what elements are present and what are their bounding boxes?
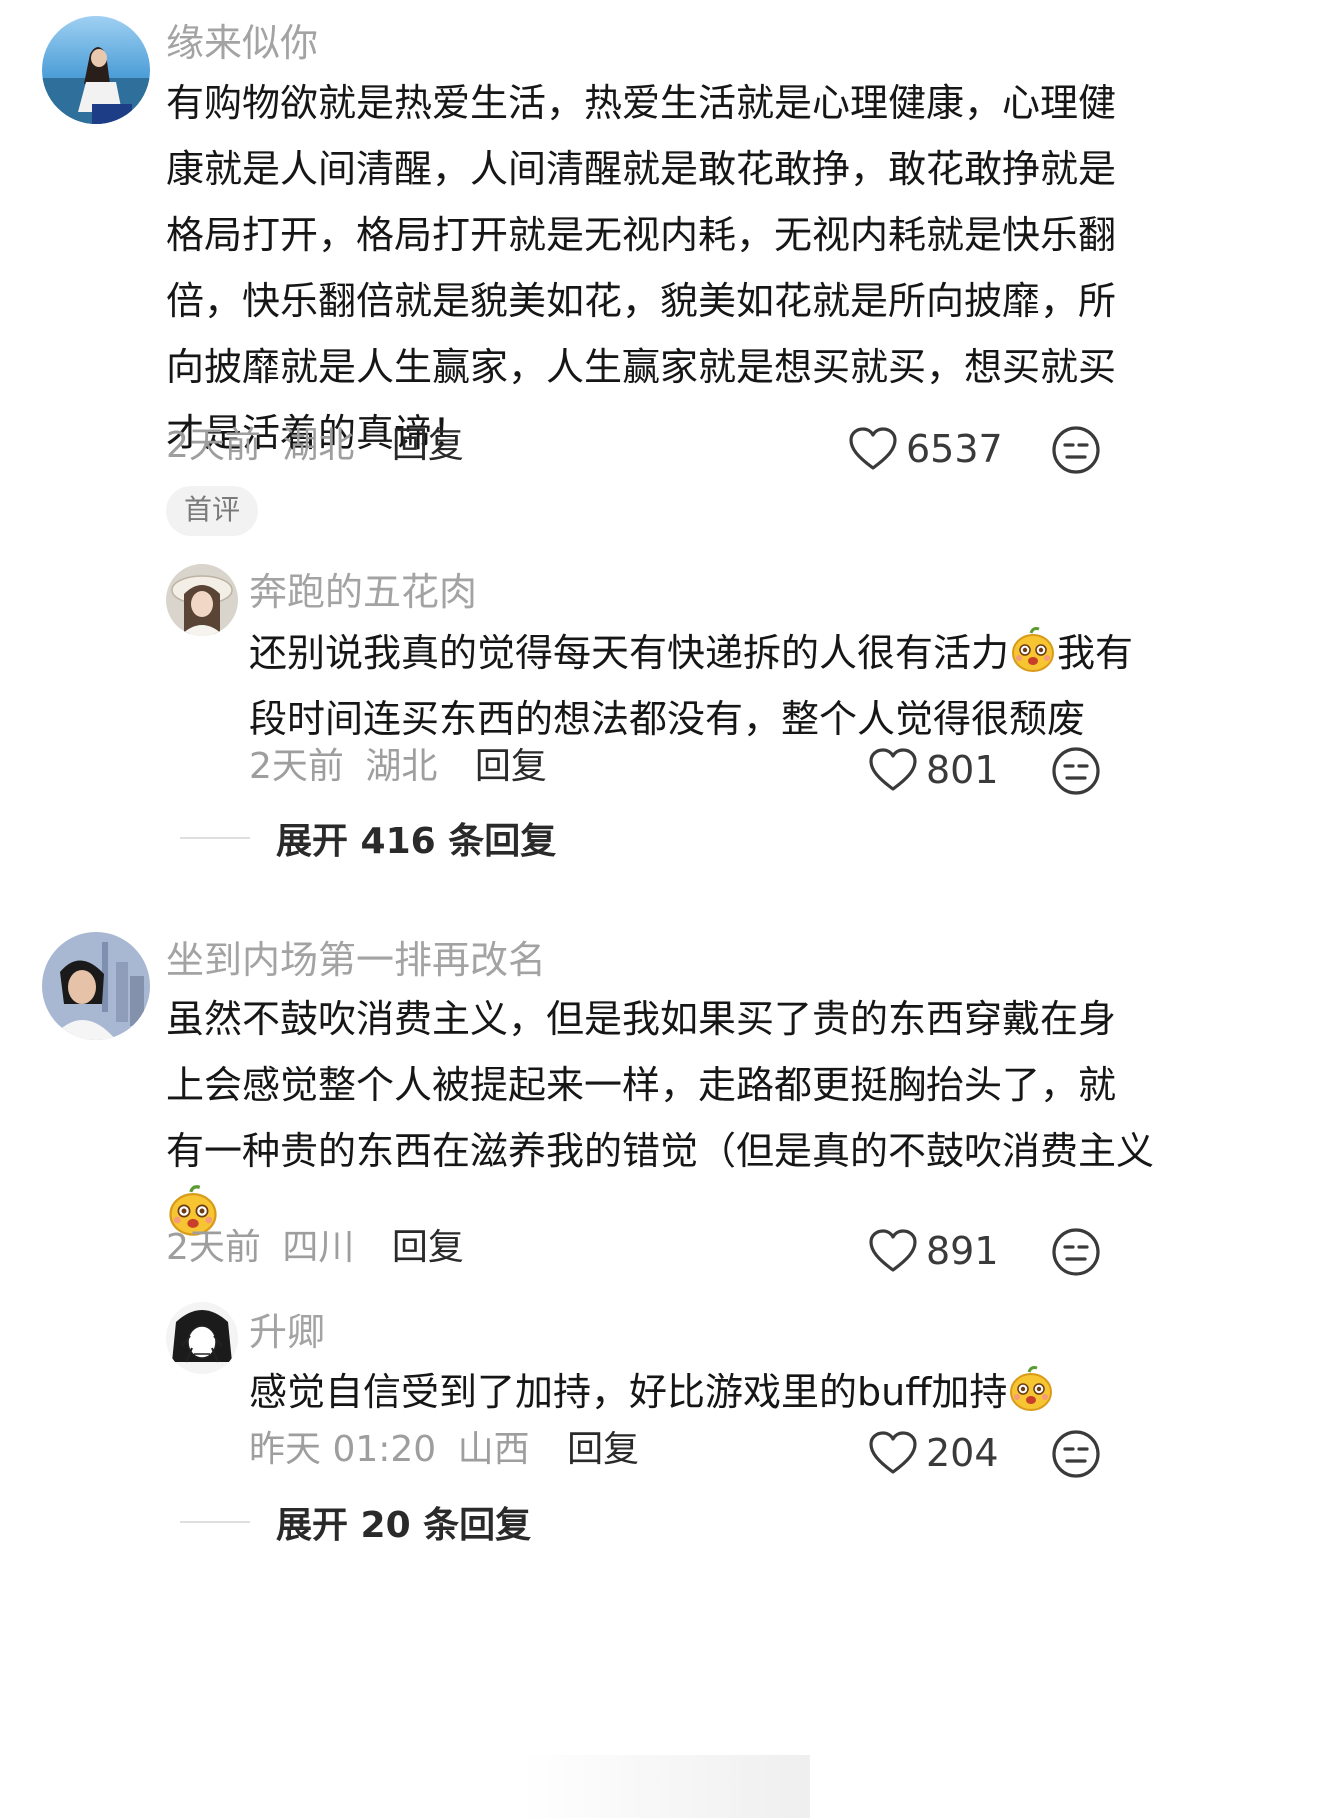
comment-line: 虽然不鼓吹消费主义，但是我如果买了贵的东西穿戴在身 <box>166 997 1117 1041</box>
reply-line-text: 还别说我真的觉得每天有快递拆的人很有活力 <box>249 631 1010 675</box>
avatar[interactable] <box>42 932 150 1040</box>
comment-line: 有购物欲就是热爱生活，热爱生活就是心理健康，心理健 <box>166 81 1117 125</box>
reply-location: 湖北 <box>365 746 438 787</box>
username[interactable]: 缘来似你 <box>166 18 318 68</box>
like-button[interactable]: 204 <box>868 1428 999 1478</box>
comment-line: 向披靡就是人生赢家，人生赢家就是想买就买，想买就买 <box>166 345 1117 389</box>
emoji-icon <box>1012 627 1055 672</box>
divider <box>180 837 250 839</box>
comment-page: 缘来似你 有购物欲就是热爱生活，热爱生活就是心理健康，心理健 康就是人间清醒，人… <box>0 0 1320 1818</box>
reply-button[interactable]: 回复 <box>475 746 547 787</box>
comment-location: 湖北 <box>282 425 355 466</box>
expand-replies-button[interactable]: 展开 20 条回复 <box>180 1496 531 1548</box>
expand-label: 展开 416 条回复 <box>276 821 557 862</box>
avatar[interactable] <box>166 1302 238 1374</box>
like-count: 204 <box>926 1431 999 1475</box>
reply-meta: 2天前 湖北 回复 <box>249 743 547 791</box>
comment-line: 倍，快乐翻倍就是貌美如花，貌美如花就是所向披靡，所 <box>166 279 1117 323</box>
reply-button[interactable]: 回复 <box>392 1227 464 1268</box>
dislike-face-icon[interactable] <box>1050 1226 1102 1278</box>
reply-line-text: 感觉自信受到了加持，好比游戏里的buff加持 <box>249 1370 1008 1414</box>
comment-line: 格局打开，格局打开就是无视内耗，无视内耗就是快乐翻 <box>166 213 1117 257</box>
reply-time: 2天前 <box>249 746 344 787</box>
like-button[interactable]: 801 <box>868 745 999 795</box>
comment-text: 有购物欲就是热爱生活，热爱生活就是心理健康，心理健 康就是人间清醒，人间清醒就是… <box>166 70 1116 466</box>
comment-time: 2天前 <box>166 1227 261 1268</box>
comment-location: 四川 <box>282 1227 355 1268</box>
avatar[interactable] <box>42 16 150 124</box>
reply-line: 感觉自信受到了加持，好比游戏里的buff加持 <box>249 1359 1055 1425</box>
reply-text: 感觉自信受到了加持，好比游戏里的buff加持 <box>249 1359 1055 1425</box>
comment-line: 上会感觉整个人被提起来一样，走路都更挺胸抬头了，就 <box>166 1063 1117 1107</box>
like-count: 801 <box>926 748 999 792</box>
comment-meta: 2天前 四川 回复 <box>166 1224 464 1272</box>
heart-icon <box>869 1431 917 1474</box>
heart-icon <box>869 748 917 791</box>
reply-line-text: 我有 <box>1057 631 1134 675</box>
reply-meta: 昨天 01:20 山西 回复 <box>249 1426 639 1474</box>
reply-location: 山西 <box>457 1429 530 1470</box>
comment-meta: 2天前 湖北 回复 <box>166 422 464 470</box>
reply-button[interactable]: 回复 <box>392 425 464 466</box>
username[interactable]: 坐到内场第一排再改名 <box>166 935 546 985</box>
avatar[interactable] <box>166 564 238 636</box>
heart-icon <box>849 427 897 470</box>
divider <box>180 1521 250 1523</box>
like-count: 891 <box>926 1229 999 1273</box>
username[interactable]: 升卿 <box>249 1307 325 1357</box>
like-button[interactable]: 891 <box>868 1226 999 1276</box>
reply-text: 还别说我真的觉得每天有快递拆的人很有活力 我有 段时间连买东西的想法都没有，整个… <box>249 620 1133 752</box>
reply-line: 还别说我真的觉得每天有快递拆的人很有活力 我有 <box>249 620 1133 686</box>
comment-line: 康就是人间清醒，人间清醒就是敢花敢挣，敢花敢挣就是 <box>166 147 1117 191</box>
reply-time: 昨天 01:20 <box>249 1429 437 1470</box>
emoji-icon <box>1010 1366 1053 1411</box>
reply-button[interactable]: 回复 <box>567 1429 639 1470</box>
comment-line: 有一种贵的东西在滋养我的错觉（但是真的不鼓吹消费主义 <box>166 1129 1155 1173</box>
comment-time: 2天前 <box>166 425 261 466</box>
dislike-face-icon[interactable] <box>1050 1428 1102 1480</box>
first-comment-badge: 首评 <box>166 486 259 536</box>
expand-label: 展开 20 条回复 <box>276 1505 532 1546</box>
like-count: 6537 <box>906 427 1003 471</box>
dislike-face-icon[interactable] <box>1050 424 1102 476</box>
expand-replies-button[interactable]: 展开 416 条回复 <box>180 812 556 864</box>
like-button[interactable]: 6537 <box>848 424 1003 474</box>
dislike-face-icon[interactable] <box>1050 745 1102 797</box>
username[interactable]: 奔跑的五花肉 <box>249 567 477 617</box>
heart-icon <box>869 1229 917 1272</box>
comment-text: 虽然不鼓吹消费主义，但是我如果买了贵的东西穿戴在身 上会感觉整个人被提起来一样，… <box>166 986 1154 1250</box>
watermark-fade <box>520 1755 810 1818</box>
